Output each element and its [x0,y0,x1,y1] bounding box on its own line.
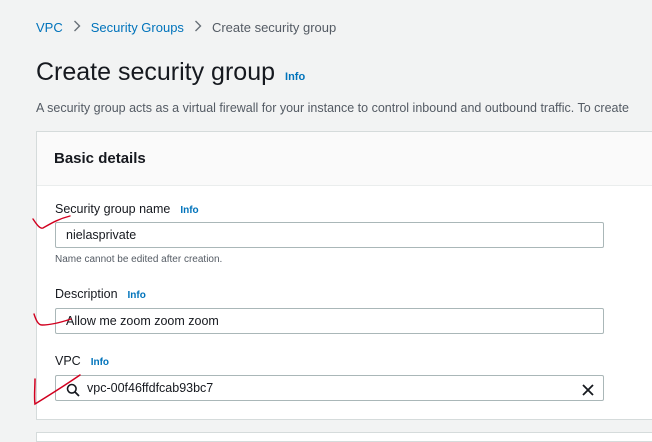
vpc-label: VPC Info [55,354,109,368]
security-group-name-label-text: Security group name [55,202,171,216]
security-group-name-label: Security group name Info [55,202,199,216]
breadcrumb-link-vpc[interactable]: VPC [36,20,63,35]
next-panel-edge [36,432,652,442]
vpc-select[interactable]: vpc-00f46ffdfcab93bc7 [55,375,604,401]
chevron-right-icon [194,20,202,35]
basic-details-panel: Basic details Security group name Info n… [36,131,652,420]
chevron-right-icon [73,20,81,35]
breadcrumb: VPC Security Groups Create security grou… [36,20,336,35]
security-group-name-info-link[interactable]: Info [180,205,198,216]
vpc-selected-value: vpc-00f46ffdfcab93bc7 [87,381,214,395]
page-title: Create security group [36,58,276,86]
security-group-name-hint: Name cannot be edited after creation. [55,254,223,265]
page-info-link[interactable]: Info [285,71,305,83]
description-label-text: Description [55,287,118,301]
page-header: Create security group Info [36,58,305,87]
security-group-name-input[interactable]: nielasprivate [55,222,604,248]
description-label: Description Info [55,287,146,301]
breadcrumb-current: Create security group [211,20,337,35]
panel-title: Basic details [54,150,146,167]
vpc-label-text: VPC [55,354,81,368]
breadcrumb-link-security-groups[interactable]: Security Groups [91,20,184,35]
page-description: A security group acts as a virtual firew… [36,101,629,115]
description-info-link[interactable]: Info [128,290,146,301]
close-icon[interactable] [581,381,595,396]
search-icon [66,381,80,397]
vpc-info-link[interactable]: Info [91,357,109,368]
description-input[interactable]: Allow me zoom zoom zoom [55,308,604,334]
panel-header: Basic details [37,132,652,186]
